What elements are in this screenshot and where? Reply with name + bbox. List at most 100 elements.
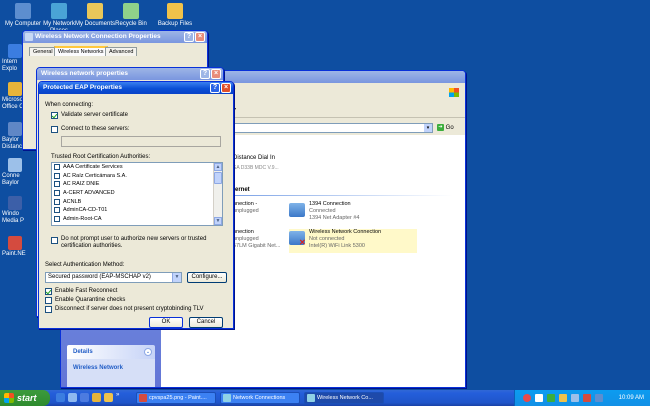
desktop-icon-connect-baylor[interactable]: Conne Baylor xyxy=(2,158,32,187)
auth-method-label: Select Authentication Method: xyxy=(45,262,125,268)
wireless-network-properties-titlebar[interactable]: Wireless network properties ? × xyxy=(37,68,223,80)
taskbar-item-network-connections[interactable]: Network Connections xyxy=(220,392,300,404)
scroll-thumb[interactable] xyxy=(214,172,222,184)
scroll-down-icon[interactable]: ▼ xyxy=(214,217,222,225)
fast-reconnect-checkbox[interactable] xyxy=(45,288,52,295)
ie-quicklaunch-icon[interactable] xyxy=(56,393,65,402)
ok-button[interactable]: OK xyxy=(149,317,183,328)
go-button[interactable]: ➔ Go xyxy=(437,123,461,133)
close-icon[interactable]: × xyxy=(221,83,231,93)
connection-status: unplugged xyxy=(233,208,259,214)
list-item[interactable]: AdminCA-CD-T01 xyxy=(52,206,222,215)
connection-device: 1394 Net Adapter #4 xyxy=(309,215,360,221)
tray-icon-1[interactable] xyxy=(523,394,531,402)
desktop-icon-recycle-bin[interactable]: Recycle Bin xyxy=(108,3,154,28)
desktop-icon-media-player[interactable]: Windo Media P xyxy=(2,196,32,225)
configure-button[interactable]: Configure... xyxy=(187,272,227,283)
quarantine-checkbox[interactable] xyxy=(45,297,52,304)
no-prompt-checkbox[interactable] xyxy=(51,237,58,244)
desktop-icon-label: Paint.NE xyxy=(2,251,26,257)
cancel-button[interactable]: Cancel xyxy=(189,317,223,328)
start-button[interactable]: start xyxy=(0,390,50,406)
show-desktop-icon[interactable] xyxy=(68,393,77,402)
network-window-icon xyxy=(25,33,33,41)
details-panel[interactable]: Details ⌄ xyxy=(67,345,155,359)
system-tray: 10:09 AM xyxy=(514,390,650,406)
list-item-checkbox[interactable] xyxy=(54,181,60,188)
connection-device: 57LM Gigabit Net... xyxy=(233,243,281,249)
auth-method-select[interactable]: Secured password (EAP-MSCHAP v2) ▼ xyxy=(45,272,182,283)
list-item-checkbox[interactable] xyxy=(54,198,60,205)
connect-servers-checkbox[interactable] xyxy=(51,126,58,133)
computer-icon xyxy=(15,3,31,19)
details-content: Wireless Network xyxy=(67,359,155,387)
scroll-up-icon[interactable]: ▲ xyxy=(214,163,222,171)
list-item-checkbox[interactable] xyxy=(54,172,60,179)
quicklaunch-expand-icon[interactable]: » xyxy=(116,392,119,398)
list-item[interactable]: ACNLB xyxy=(52,198,222,207)
go-label: Go xyxy=(445,125,454,131)
taskbar-item-label: Wireless Network Co... xyxy=(317,395,373,401)
desktop-icon-paint-net[interactable]: Paint.NE xyxy=(2,236,32,258)
tray-icon-4[interactable] xyxy=(559,394,567,402)
outlook-quicklaunch-icon[interactable] xyxy=(92,393,101,402)
disconnect-tlv-checkbox[interactable] xyxy=(45,306,52,313)
address-dropdown-icon[interactable]: ▾ xyxy=(424,124,432,132)
connection-wireless[interactable]: ✕ Wireless Network Connection Not connec… xyxy=(289,229,417,253)
validate-cert-checkbox[interactable] xyxy=(51,112,58,119)
tray-icon-7[interactable] xyxy=(595,394,603,402)
servers-input[interactable] xyxy=(61,136,221,147)
connection-1394[interactable]: 1394 Connection Connected 1394 Net Adapt… xyxy=(289,201,409,225)
when-connecting-label: When connecting: xyxy=(45,102,94,108)
details-collapse-icon[interactable]: ⌄ xyxy=(144,348,152,356)
list-item[interactable]: AAA Certificate Services xyxy=(52,163,222,172)
tray-icon-2[interactable] xyxy=(535,394,543,402)
list-item[interactable]: AC Raíz Certicámara S.A. xyxy=(52,172,222,181)
tray-icon-3[interactable] xyxy=(547,394,555,402)
desktop-icon-label: Backup Files xyxy=(157,21,193,27)
partial-connection-1[interactable]: nnection - unplugged xyxy=(233,201,259,215)
taskbar-item-paint[interactable]: cpvspa25.png - Paint.... xyxy=(136,392,216,404)
list-scrollbar[interactable]: ▲ ▼ xyxy=(213,163,222,225)
folder-quicklaunch-icon[interactable] xyxy=(104,393,113,402)
auth-method-value: Secured password (EAP-MSCHAP v2) xyxy=(48,274,151,280)
taskbar-item-wireless-network[interactable]: Wireless Network Co... xyxy=(304,392,384,404)
broadband-subtext: SA D33B MDC V.9... xyxy=(233,165,279,171)
list-item[interactable]: AC RAIZ DNIE xyxy=(52,180,222,189)
list-item[interactable]: A-CERT ADVANCED xyxy=(52,189,222,198)
documents-icon xyxy=(87,3,103,19)
tray-icon-6[interactable] xyxy=(583,394,591,402)
list-item-checkbox[interactable] xyxy=(54,207,60,214)
connection-device: Intel(R) WiFi Link 5300 xyxy=(309,243,365,249)
fast-reconnect-label: Enable Fast Reconnect xyxy=(55,288,118,294)
peap-titlebar[interactable]: Protected EAP Properties ? × xyxy=(39,82,233,94)
group-header-broadband: Distance Dial In xyxy=(233,155,276,161)
tray-icon-5[interactable] xyxy=(571,394,579,402)
not-connected-x-icon: ✕ xyxy=(299,238,306,247)
partial-connection-2[interactable]: nnection unplugged 57LM Gigabit Net... xyxy=(233,229,280,250)
tab-advanced[interactable]: Advanced xyxy=(105,47,138,56)
chevron-down-icon[interactable]: ▼ xyxy=(172,273,181,282)
group-divider xyxy=(233,195,453,196)
list-item-checkbox[interactable] xyxy=(54,164,60,170)
wnc-properties-title: Wireless Network Connection Properties xyxy=(35,33,161,40)
no-prompt-label: Do not prompt user to authorize new serv… xyxy=(61,236,207,249)
close-icon[interactable]: × xyxy=(195,32,205,42)
help-icon[interactable]: ? xyxy=(184,32,194,42)
connection-status: unplugged xyxy=(233,236,259,242)
paint-icon xyxy=(8,236,22,250)
peap-properties-dialog: Protected EAP Properties ? × When connec… xyxy=(38,81,234,329)
close-icon[interactable]: × xyxy=(211,69,221,79)
trusted-roots-list[interactable]: AAA Certificate Services AC Raíz Certicá… xyxy=(51,162,223,226)
tab-general[interactable]: General xyxy=(29,47,57,56)
media-quicklaunch-icon[interactable] xyxy=(80,393,89,402)
desktop-icon-backup-files[interactable]: Backup Files xyxy=(152,3,198,28)
list-item-checkbox[interactable] xyxy=(54,216,60,223)
help-icon[interactable]: ? xyxy=(210,83,220,93)
help-icon[interactable]: ? xyxy=(200,69,210,79)
list-item[interactable]: Admin-Root-CA xyxy=(52,215,222,224)
list-item-checkbox[interactable] xyxy=(54,190,60,197)
address-bar[interactable]: ▾ xyxy=(233,123,433,133)
tab-wireless-networks[interactable]: Wireless Networks xyxy=(54,46,108,56)
wnc-properties-titlebar[interactable]: Wireless Network Connection Properties ?… xyxy=(23,31,207,43)
